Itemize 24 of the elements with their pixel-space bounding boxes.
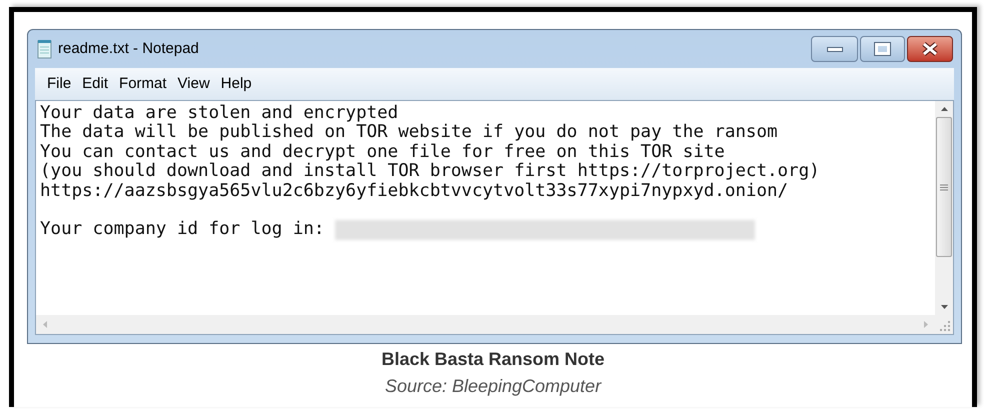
text-line: https://aazsbsgya565vlu2c6bzy6yfiebkcbtvvcytvolt33s77xypi7nypxyd.onion/ — [40, 182, 788, 201]
text-line: The data will be published on TOR website if you do not pay the ransom — [40, 123, 778, 143]
close-icon — [921, 42, 939, 56]
maximize-button[interactable] — [860, 36, 905, 62]
vertical-scrollbar[interactable] — [935, 101, 953, 315]
scroll-right-icon[interactable] — [923, 320, 929, 329]
menu-item[interactable]: Format — [114, 74, 172, 94]
close-button[interactable] — [907, 36, 953, 62]
caption-title: Black Basta Ransom Note — [381, 348, 605, 371]
menu-item[interactable]: Edit — [77, 74, 114, 94]
text-line: Your company id for log in: — [40, 220, 324, 240]
grip-icon — [940, 184, 948, 190]
text-line: You can contact us and decrypt one file for free on this TOR site — [40, 142, 725, 162]
text-line: (you should download and install TOR browser first https://torproject.org) — [40, 162, 820, 182]
scrollbar-thumb[interactable] — [936, 117, 952, 257]
notepad-icon — [37, 39, 53, 59]
menu-item[interactable]: Help — [216, 74, 257, 94]
menu-item[interactable]: File — [42, 74, 76, 94]
minimize-button[interactable] — [811, 36, 858, 62]
caption-source: Source: BleepingComputer — [384, 375, 602, 398]
text-line: Your data are stolen and encrypted — [40, 104, 398, 124]
window-title: readme.txt - Notepad — [58, 38, 199, 59]
menu-item[interactable]: View — [172, 74, 215, 94]
scroll-left-icon[interactable] — [42, 320, 48, 329]
